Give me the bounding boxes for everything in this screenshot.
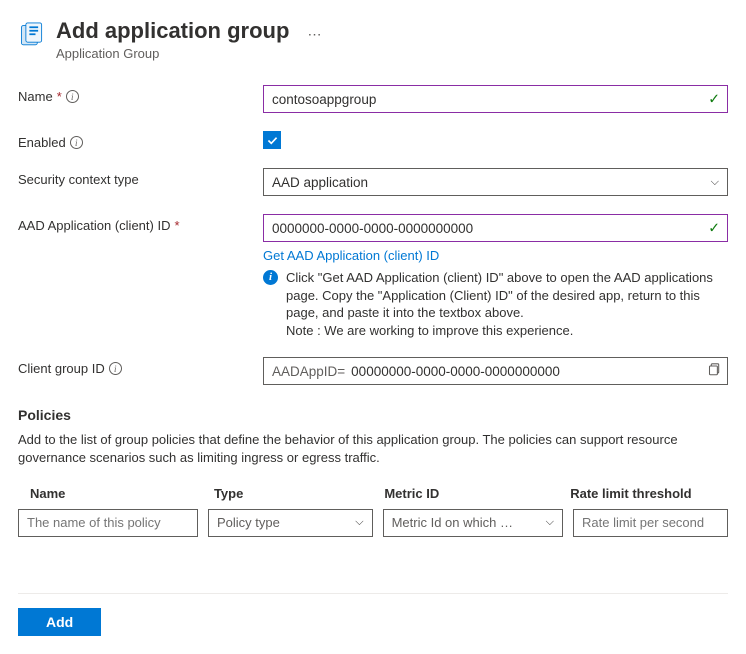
client-group-id-label: Client group ID (18, 361, 105, 376)
security-context-label: Security context type (18, 172, 139, 187)
policy-name-input[interactable] (18, 509, 198, 537)
chevron-down-icon: ⌵ (355, 516, 363, 529)
page-title: Add application group (56, 18, 289, 44)
info-icon[interactable]: i (109, 362, 122, 375)
check-icon: ✓ (708, 91, 720, 108)
aad-app-id-input[interactable] (263, 214, 728, 242)
get-aad-app-id-link[interactable]: Get AAD Application (client) ID (263, 248, 728, 263)
security-context-select[interactable]: AAD application ⌵ (263, 168, 728, 196)
required-indicator: * (174, 218, 179, 233)
name-label: Name (18, 89, 53, 104)
add-button[interactable]: Add (18, 608, 101, 636)
enabled-checkbox[interactable] (263, 131, 281, 149)
aad-app-info-text: Click "Get AAD Application (client) ID" … (286, 269, 728, 339)
app-group-icon (18, 22, 46, 50)
aad-app-id-label: AAD Application (client) ID (18, 218, 170, 233)
info-filled-icon: i (263, 270, 278, 285)
select-value: AAD application (272, 175, 368, 190)
required-indicator: * (57, 89, 62, 104)
client-group-id-value: 00000000-0000-0000-0000000000 (351, 364, 560, 379)
policy-row: Policy type ⌵ Metric Id on which … ⌵ (18, 509, 728, 537)
policy-col-rate: Rate limit threshold (570, 486, 720, 501)
policies-section-title: Policies (18, 407, 728, 423)
policy-metric-select[interactable]: Metric Id on which … ⌵ (383, 509, 563, 537)
policy-rate-input[interactable] (573, 509, 728, 537)
policy-col-type: Type (214, 486, 374, 501)
check-icon (266, 134, 279, 147)
policies-section-desc: Add to the list of group policies that d… (18, 431, 728, 467)
client-group-id-field: AADAppID= 00000000-0000-0000-0000000000 (263, 357, 728, 385)
chevron-down-icon: ⌵ (546, 516, 554, 529)
more-actions-button[interactable]: ⋯ (307, 26, 321, 43)
select-placeholder: Metric Id on which … (392, 515, 513, 530)
info-icon[interactable]: i (66, 90, 79, 103)
check-icon: ✓ (708, 220, 720, 237)
copy-icon[interactable] (706, 363, 720, 380)
name-input[interactable] (263, 85, 728, 113)
chevron-down-icon: ⌵ (711, 176, 719, 189)
select-placeholder: Policy type (217, 515, 280, 530)
enabled-label: Enabled (18, 135, 66, 150)
policy-col-name: Name (30, 486, 204, 501)
policy-type-select[interactable]: Policy type ⌵ (208, 509, 373, 537)
page-subtitle: Application Group (56, 46, 289, 61)
info-icon[interactable]: i (70, 136, 83, 149)
policy-col-metric: Metric ID (384, 486, 560, 501)
client-group-id-prefix: AADAppID= (272, 364, 345, 379)
